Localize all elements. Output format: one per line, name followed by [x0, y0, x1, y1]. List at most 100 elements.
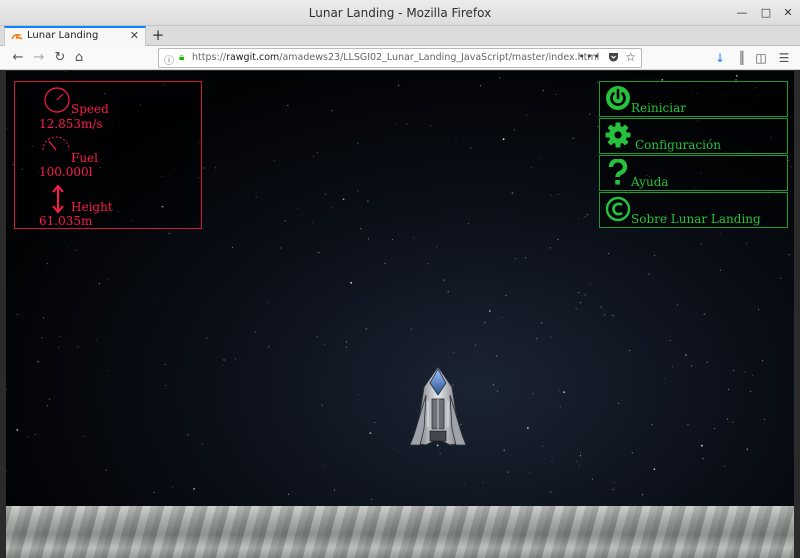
star [223, 359, 225, 361]
star [151, 301, 153, 302]
speed-label: Speed [71, 102, 109, 116]
star [6, 389, 7, 391]
menu-label-configuracion: Configuración [635, 138, 721, 152]
menu-icon[interactable]: ☰ [776, 50, 792, 66]
star [563, 391, 566, 393]
star [391, 238, 393, 240]
star [724, 465, 726, 467]
height-label: Height [71, 200, 113, 214]
back-icon[interactable]: ← [10, 50, 26, 66]
star [780, 277, 782, 279]
url-text[interactable]: https://rawgit.com/amadews23/LLSGI02_Lun… [192, 52, 599, 63]
star [59, 335, 61, 337]
star [536, 338, 538, 340]
star [234, 358, 236, 360]
star [589, 283, 591, 285]
star [529, 472, 531, 474]
reload-icon[interactable]: ↻ [52, 50, 68, 66]
star [41, 337, 43, 339]
pocket-icon[interactable] [608, 52, 619, 63]
menu-item-sobre[interactable]: Sobre Lunar Landing [599, 192, 788, 228]
menu-label-reiniciar: Reiniciar [631, 101, 686, 115]
page-actions-icon[interactable]: ••• [579, 50, 601, 63]
title-bar: Lunar Landing - Mozilla Firefox — □ ✕ [0, 0, 800, 26]
star [367, 200, 369, 202]
game-canvas[interactable]: Speed 12.853m/s Fuel 100.000l Height 61.… [6, 71, 794, 558]
tab-close-icon[interactable]: ✕ [130, 29, 139, 42]
star [532, 393, 534, 395]
star [395, 123, 397, 125]
star [448, 290, 449, 292]
forward-icon[interactable]: → [31, 50, 47, 66]
home-icon[interactable]: ⌂ [71, 50, 87, 66]
star [98, 283, 100, 285]
menu-item-reiniciar[interactable]: Reiniciar [599, 81, 788, 117]
star [371, 499, 373, 500]
star [790, 166, 792, 168]
star [671, 366, 673, 368]
star [331, 110, 333, 112]
star [584, 294, 586, 296]
star [37, 360, 39, 363]
star [551, 461, 553, 463]
menu-item-configuracion[interactable]: Configuración [599, 118, 788, 154]
star [502, 317, 503, 319]
browser-window: Lunar Landing - Mozilla Firefox — □ ✕ Lu… [0, 0, 800, 558]
site-info-icon[interactable]: ⓘ [164, 52, 174, 67]
star [467, 223, 469, 224]
tab-lunar-landing[interactable]: Lunar Landing ✕ [4, 26, 146, 46]
star [484, 322, 486, 323]
menu-label-sobre: Sobre Lunar Landing [631, 212, 761, 226]
star [788, 254, 790, 256]
firefox-favicon-icon [11, 34, 23, 40]
star [584, 216, 586, 218]
star [542, 445, 543, 447]
star [6, 127, 8, 129]
star [95, 338, 97, 340]
close-window-icon[interactable]: ✕ [780, 5, 796, 21]
url-bar[interactable]: ⓘ 🔒︎ https://rawgit.com/amadews23/LLSGI0… [158, 48, 642, 68]
star [193, 488, 196, 490]
star [513, 129, 515, 131]
hud-panel: Speed 12.853m/s Fuel 100.000l Height 61.… [14, 81, 202, 229]
star [325, 193, 327, 195]
fuel-label: Fuel [71, 151, 98, 165]
star [540, 322, 543, 324]
maximize-icon[interactable]: □ [758, 5, 774, 21]
star [164, 364, 166, 366]
star [576, 461, 577, 463]
star [470, 147, 472, 149]
star [580, 452, 582, 454]
star [733, 370, 734, 371]
menu-item-ayuda[interactable]: Ayuda [599, 155, 788, 191]
sidebar-icon[interactable]: ◫ [753, 50, 769, 66]
star [350, 282, 353, 284]
star [677, 304, 678, 306]
star [719, 269, 721, 271]
star [744, 371, 746, 373]
star [318, 252, 320, 254]
star [746, 448, 749, 451]
star [406, 123, 408, 125]
library-icon[interactable]: ║ [734, 50, 750, 66]
star [6, 471, 7, 472]
downloads-icon[interactable]: ↓ [712, 50, 728, 66]
star [165, 385, 167, 386]
lander-ship [409, 366, 467, 446]
star [365, 328, 367, 330]
star [511, 192, 514, 194]
star [357, 142, 359, 144]
star [592, 478, 593, 480]
new-tab-icon[interactable]: + [151, 26, 165, 44]
star [550, 491, 552, 493]
star [27, 436, 29, 438]
bookmark-star-icon[interactable]: ☆ [625, 50, 636, 64]
star [728, 388, 730, 390]
navigation-bar: ← → ↻ ⌂ ⓘ 🔒︎ https://rawgit.com/amadews2… [0, 46, 800, 70]
height-value: 61.035m [39, 214, 93, 228]
star [735, 75, 738, 77]
star [549, 247, 551, 249]
star [580, 302, 582, 304]
star [324, 343, 326, 345]
minimize-icon[interactable]: — [734, 5, 750, 21]
